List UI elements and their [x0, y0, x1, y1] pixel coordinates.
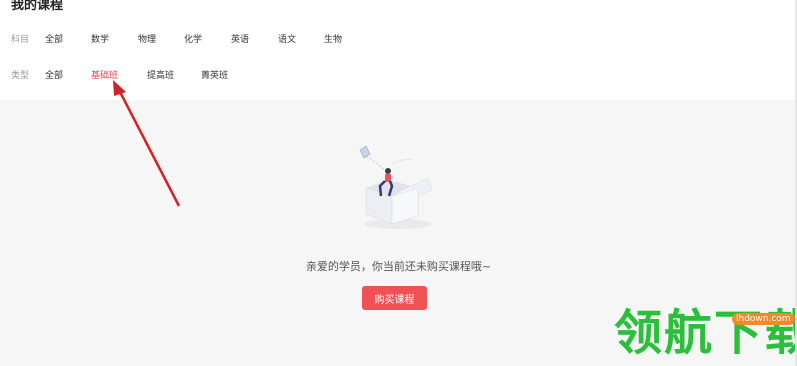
subject-option-physics[interactable]: 物理: [138, 32, 156, 45]
header-area: 我的课程 科目 全部 数学 物理 化学 英语 语文 生物 类型 全部 基础班 提…: [0, 0, 797, 100]
subject-filter-label: 科目: [11, 34, 30, 45]
buy-course-button[interactable]: 购买课程: [362, 286, 427, 310]
type-filter-label: 类型: [11, 70, 30, 81]
empty-state-message: 亲爱的学员，你当前还未购买课程哦~: [305, 260, 492, 273]
page-title: 我的课程: [11, 0, 64, 13]
type-option-elite[interactable]: 菁英班: [201, 68, 228, 81]
empty-box-illustration: [359, 145, 433, 229]
subject-filter-row: 科目 全部 数学 物理 化学 英语 语文 生物: [11, 31, 342, 45]
type-option-advanced[interactable]: 提高班: [147, 68, 174, 81]
subject-option-all[interactable]: 全部: [45, 32, 63, 45]
subject-option-chinese[interactable]: 语文: [278, 32, 296, 45]
subject-option-biology[interactable]: 生物: [324, 32, 342, 45]
subject-option-math[interactable]: 数学: [91, 32, 109, 45]
type-option-basic[interactable]: 基础班: [91, 68, 118, 81]
type-filter-row: 类型 全部 基础班 提高班 菁英班: [11, 67, 228, 81]
watermark: 领航下载 lhdown.com: [614, 300, 797, 366]
watermark-url: lhdown.com: [732, 313, 795, 325]
subject-option-english[interactable]: 英语: [231, 32, 249, 45]
subject-option-chemistry[interactable]: 化学: [184, 32, 202, 45]
type-option-all[interactable]: 全部: [45, 68, 63, 81]
